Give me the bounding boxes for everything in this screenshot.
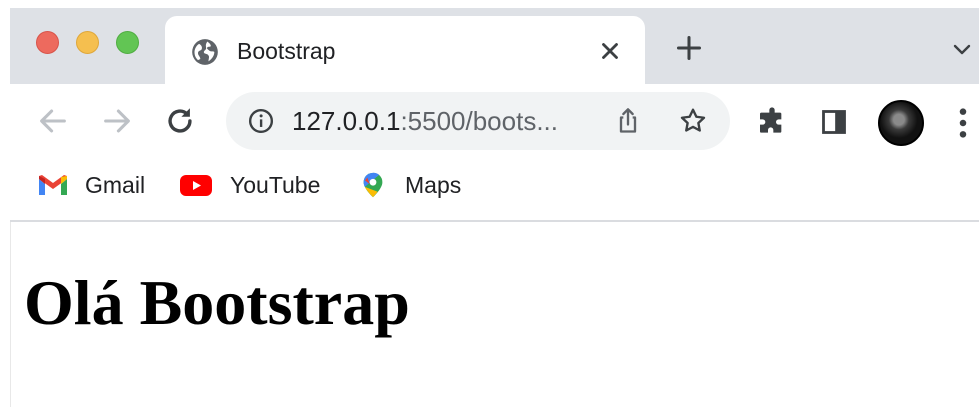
info-icon[interactable] xyxy=(248,108,274,134)
viewport-edge xyxy=(10,222,11,407)
bookmark-youtube[interactable]: YouTube xyxy=(180,168,330,202)
tab-bootstrap[interactable]: Bootstrap xyxy=(165,16,645,84)
puzzle-icon[interactable] xyxy=(756,106,788,138)
tab-title: Bootstrap xyxy=(237,38,336,64)
star-icon[interactable] xyxy=(678,106,708,136)
window-zoom-button[interactable] xyxy=(116,31,139,54)
avatar[interactable] xyxy=(878,100,924,146)
share-icon[interactable] xyxy=(614,107,642,135)
url-path: :5500/boots... xyxy=(400,106,558,136)
maps-icon xyxy=(363,172,383,198)
reload-icon[interactable] xyxy=(163,104,197,138)
youtube-icon xyxy=(180,175,212,196)
chevron-down-icon[interactable] xyxy=(950,38,974,62)
bookmark-label: Gmail xyxy=(85,172,146,198)
arrow-right-icon[interactable] xyxy=(100,104,134,138)
page-heading: Olá Bootstrap xyxy=(24,267,410,338)
address-bar[interactable]: 127.0.0.1:5500/boots... xyxy=(226,92,730,150)
bookmark-maps[interactable]: Maps xyxy=(358,168,478,202)
side-panel-icon[interactable] xyxy=(820,108,848,136)
window-minimize-button[interactable] xyxy=(76,31,99,54)
window-close-button[interactable] xyxy=(36,31,59,54)
url-text[interactable]: 127.0.0.1:5500/boots... xyxy=(292,105,592,137)
bookmark-gmail[interactable]: Gmail xyxy=(37,168,157,202)
close-icon[interactable] xyxy=(597,38,623,64)
url-host: 127.0.0.1 xyxy=(292,106,401,136)
arrow-left-icon[interactable] xyxy=(36,104,70,138)
globe-icon xyxy=(192,39,218,65)
plus-icon[interactable] xyxy=(675,34,703,62)
gmail-icon xyxy=(39,175,67,195)
more-vert-icon[interactable] xyxy=(956,106,970,140)
bookmark-label: YouTube xyxy=(230,172,321,198)
bookmark-label: Maps xyxy=(405,172,462,198)
